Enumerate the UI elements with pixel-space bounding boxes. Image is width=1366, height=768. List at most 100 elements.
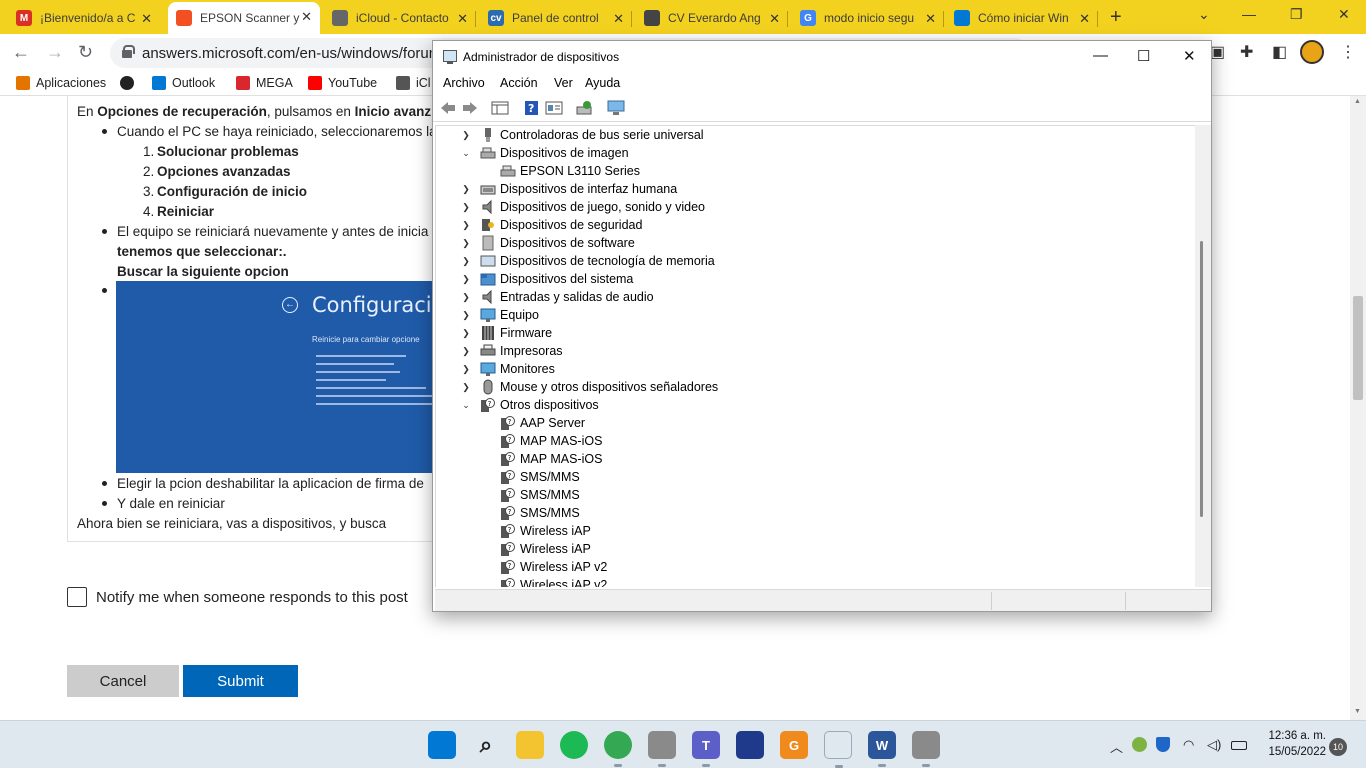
tree-node[interactable]: ⌄ Dispositivos de imagen: [460, 144, 628, 162]
battery-icon[interactable]: [1231, 741, 1247, 750]
chrome-icon[interactable]: [604, 731, 632, 767]
chevron-right-icon[interactable]: ❯: [460, 346, 472, 357]
tree-node[interactable]: ❯ ? MAP MAS-iOS: [480, 432, 602, 450]
side-panel-icon[interactable]: ◧: [1272, 42, 1287, 62]
wifi-icon[interactable]: ◠: [1183, 737, 1194, 753]
notify-checkbox[interactable]: [67, 587, 87, 607]
menu-accion[interactable]: Acción: [500, 76, 538, 90]
tree-node[interactable]: ❯ Dispositivos de seguridad: [460, 216, 642, 234]
tree-node[interactable]: ❯ ? SMS/MMS: [480, 468, 580, 486]
search-icon[interactable]: ⌕: [472, 731, 500, 759]
chevron-right-icon[interactable]: ❯: [460, 238, 472, 249]
notification-badge[interactable]: 10: [1329, 738, 1347, 756]
chevron-right-icon[interactable]: ❯: [460, 256, 472, 267]
close-tab-icon[interactable]: ✕: [613, 11, 624, 27]
mail-icon[interactable]: [736, 731, 764, 759]
window-titlebar[interactable]: Administrador de dispositivos — ☐ ✕: [433, 41, 1211, 73]
spotify-icon[interactable]: [560, 731, 588, 759]
scanner-icon[interactable]: [912, 731, 940, 767]
close-tab-icon[interactable]: ✕: [769, 11, 780, 27]
bookmark-item[interactable]: Aplicaciones: [16, 76, 106, 90]
browser-tab[interactable]: M ¡Bienvenido/a a C ✕: [8, 4, 160, 32]
browser-tab[interactable]: cv Panel de control ✕: [480, 4, 632, 32]
scroll-down-arrow-icon[interactable]: ▼: [1354, 708, 1361, 715]
tree-node[interactable]: ❯ Dispositivos de juego, sonido y video: [460, 198, 705, 216]
new-tab-button[interactable]: +: [1110, 6, 1122, 29]
update-driver-icon[interactable]: [575, 100, 593, 116]
shield-icon[interactable]: [1156, 737, 1170, 752]
bookmark-item[interactable]: iCl: [396, 76, 431, 90]
tree-node[interactable]: ❯ Mouse y otros dispositivos señaladores: [460, 378, 718, 396]
tree-node[interactable]: ❯ Monitores: [460, 360, 555, 378]
tree-node[interactable]: ❯ Equipo: [460, 306, 539, 324]
tree-node[interactable]: ❯ ? SMS/MMS: [480, 486, 580, 504]
cancel-button[interactable]: Cancel: [67, 665, 179, 697]
device-manager-icon[interactable]: [824, 731, 852, 768]
menu-archivo[interactable]: Archivo: [443, 76, 485, 90]
close-tab-icon[interactable]: ✕: [1079, 11, 1090, 27]
device-tree[interactable]: ❯ Controladoras de bus serie universal ⌄…: [435, 125, 1195, 587]
close-tab-icon[interactable]: ✕: [457, 11, 468, 27]
clock-time[interactable]: 12:36 a. m.: [1262, 730, 1326, 742]
tree-node[interactable]: ❯ ? Wireless iAP: [480, 522, 591, 540]
extensions-puzzle-icon[interactable]: ✚: [1240, 42, 1253, 62]
chevron-down-icon[interactable]: ⌄: [460, 400, 472, 411]
close-button[interactable]: ✕: [1183, 47, 1196, 65]
properties-grid-icon[interactable]: [491, 100, 509, 116]
browser-tab[interactable]: EPSON Scanner y ✕: [168, 2, 320, 34]
browser-tab[interactable]: CV Everardo Ang ✕: [636, 4, 788, 32]
chevron-right-icon[interactable]: ❯: [460, 202, 472, 213]
bookmark-item[interactable]: [120, 76, 140, 90]
chevron-up-icon[interactable]: ︿: [1110, 737, 1123, 756]
windows-start-icon[interactable]: [428, 731, 456, 759]
browser-tab[interactable]: iCloud - Contacto ✕: [324, 4, 476, 32]
volume-icon[interactable]: ◁): [1207, 737, 1221, 753]
back-arrow-icon[interactable]: ←: [12, 42, 30, 63]
scanner-icon[interactable]: [648, 731, 676, 767]
help-icon[interactable]: ?: [523, 100, 541, 116]
tree-node[interactable]: ❯ Firmware: [460, 324, 552, 342]
close-window-button[interactable]: ✕: [1338, 6, 1350, 23]
browser-tab[interactable]: Gmodo inicio segu ✕: [792, 4, 944, 32]
reload-icon[interactable]: ↻: [78, 42, 93, 63]
word-icon[interactable]: W: [868, 731, 896, 767]
chevron-right-icon[interactable]: ❯: [460, 364, 472, 375]
tree-node[interactable]: ❯ Impresoras: [460, 342, 562, 360]
scrollbar-thumb[interactable]: [1353, 296, 1363, 400]
tree-node[interactable]: ❯ EPSON L3110 Series: [480, 162, 640, 180]
pdf-icon[interactable]: G: [780, 731, 808, 759]
tree-node[interactable]: ❯ Dispositivos de tecnología de memoria: [460, 252, 714, 270]
maximize-button[interactable]: ❐: [1290, 6, 1303, 23]
tray-app-icon[interactable]: [1132, 737, 1147, 752]
minimize-button[interactable]: —: [1093, 47, 1108, 64]
minimize-button[interactable]: —: [1242, 6, 1256, 22]
chevron-right-icon[interactable]: ❯: [460, 310, 472, 321]
device-manager-window[interactable]: Administrador de dispositivos — ☐ ✕ Arch…: [432, 40, 1212, 612]
tree-node[interactable]: ❯ ? Wireless iAP v2: [480, 558, 607, 576]
page-scrollbar[interactable]: ▲ ▼: [1350, 96, 1366, 720]
menu-kebab-icon[interactable]: ⋮: [1340, 42, 1356, 62]
tree-scrollbar[interactable]: [1195, 125, 1211, 587]
tree-node[interactable]: ❯ Dispositivos de interfaz humana: [460, 180, 677, 198]
view-resources-icon[interactable]: [545, 100, 563, 116]
tree-node[interactable]: ❯ ? SMS/MMS: [480, 504, 580, 522]
clock-date[interactable]: 15/05/2022: [1262, 746, 1326, 758]
tree-node[interactable]: ⌄ ? Otros dispositivos: [460, 396, 599, 414]
tree-node[interactable]: ❯ Dispositivos de software: [460, 234, 635, 252]
chevron-right-icon[interactable]: ❯: [460, 220, 472, 231]
bookmark-item[interactable]: Outlook: [152, 76, 215, 90]
tree-node[interactable]: ❯ ? MAP MAS-iOS: [480, 450, 602, 468]
chevron-right-icon[interactable]: ❯: [460, 274, 472, 285]
browser-tab[interactable]: Cómo iniciar Win ✕: [946, 4, 1098, 32]
close-tab-icon[interactable]: ✕: [141, 11, 152, 27]
tab-search-icon[interactable]: ⌄: [1198, 6, 1210, 23]
tree-node[interactable]: ❯ Controladoras de bus serie universal: [460, 126, 704, 144]
close-tab-icon[interactable]: ✕: [925, 11, 936, 27]
back-arrow-icon[interactable]: [439, 100, 457, 116]
tree-node[interactable]: ❯ ? Wireless iAP v2: [480, 576, 607, 587]
chevron-right-icon[interactable]: ❯: [460, 328, 472, 339]
screenshot-icon[interactable]: ▣: [1210, 42, 1225, 62]
teams-icon[interactable]: T: [692, 731, 720, 767]
profile-avatar[interactable]: [1300, 40, 1324, 64]
tree-node[interactable]: ❯ Dispositivos del sistema: [460, 270, 633, 288]
